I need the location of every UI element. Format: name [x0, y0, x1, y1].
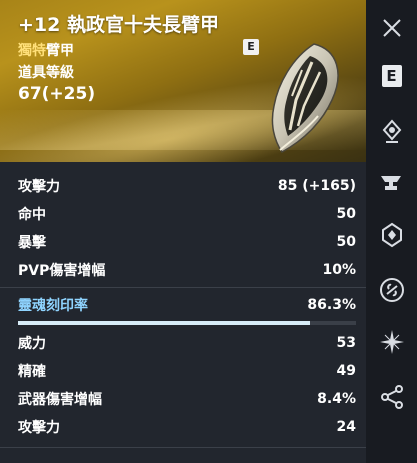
stat-row: 攻擊力 85 (+165) [18, 172, 356, 200]
grade-e-button[interactable]: E [366, 56, 417, 96]
soul-engrave-icon [381, 222, 402, 248]
stat-value: 85 (+165) [277, 178, 356, 194]
close-icon [382, 19, 401, 37]
bottom-divider [0, 447, 366, 448]
anvil-icon [380, 176, 401, 190]
soul-engrave-value: 86.3% [307, 297, 356, 313]
soul-engrave-row: 靈魂刻印率 86.3% [18, 291, 356, 319]
soul-engrave-section: 靈魂刻印率 86.3% [18, 291, 356, 319]
share-icon [380, 385, 403, 409]
stat-row: 暴擊 50 [18, 228, 356, 256]
stat-value: 53 [336, 335, 356, 351]
section-divider [0, 287, 366, 288]
soul-engrave-progress-bar [18, 321, 356, 325]
item-level-label: 道具等級 [18, 65, 74, 81]
stat-row: 威力 53 [18, 329, 356, 357]
item-level-value: 67(+25) [18, 84, 96, 104]
enchant-gem-icon [382, 119, 401, 143]
stat-value: 50 [336, 234, 356, 250]
stat-label: PVP傷害增幅 [18, 263, 106, 279]
stat-value: 10% [322, 262, 356, 278]
stat-row: 武器傷害增幅 8.4% [18, 385, 356, 413]
close-button[interactable] [366, 8, 417, 48]
item-slot: 臂甲 [46, 43, 74, 59]
craft-button[interactable] [366, 163, 417, 203]
link-circle-icon [379, 278, 404, 302]
grade-e-icon: E [381, 65, 402, 87]
item-header: +12 執政官十夫長臂甲 獨特臂甲 道具等級 67(+25) E [0, 0, 366, 162]
link-button[interactable] [366, 270, 417, 310]
vambrace-item-icon [271, 43, 339, 153]
soul-stats: 威力 53 精確 49 武器傷害增幅 8.4% 攻擊力 24 [18, 329, 356, 441]
soul-engrave-label: 靈魂刻印率 [18, 298, 88, 314]
soul-engrave-button[interactable] [366, 215, 417, 255]
item-rarity: 獨特 [18, 43, 46, 59]
item-type: 獨特臂甲 [18, 40, 74, 60]
stat-label: 精確 [18, 364, 46, 380]
share-button[interactable] [366, 377, 417, 417]
stat-label: 威力 [18, 336, 46, 352]
stat-value: 50 [336, 206, 356, 222]
stat-value: 8.4% [317, 391, 356, 407]
base-stats: 攻擊力 85 (+165) 命中 50 暴擊 50 PVP傷害增幅 10% [18, 172, 356, 284]
star-burst-icon [379, 330, 404, 354]
stat-row: 命中 50 [18, 200, 356, 228]
stat-label: 暴擊 [18, 235, 46, 251]
stat-row: 精確 49 [18, 357, 356, 385]
stat-label: 攻擊力 [18, 420, 60, 436]
stat-value: 24 [336, 419, 356, 435]
enchant-button[interactable] [366, 112, 417, 152]
effect-button[interactable] [366, 322, 417, 362]
action-sidebar: E [366, 0, 417, 463]
item-tooltip-panel: +12 執政官十夫長臂甲 獨特臂甲 道具等級 67(+25) E 攻擊力 85 … [0, 0, 366, 463]
item-name: +12 執政官十夫長臂甲 [18, 14, 219, 36]
stat-value: 49 [336, 363, 356, 379]
stat-row: 攻擊力 24 [18, 413, 356, 441]
stat-label: 命中 [18, 207, 46, 223]
stat-row: PVP傷害增幅 10% [18, 256, 356, 284]
stat-label: 攻擊力 [18, 179, 60, 195]
stat-label: 武器傷害增幅 [18, 392, 102, 408]
soul-engrave-progress-fill [18, 321, 310, 325]
